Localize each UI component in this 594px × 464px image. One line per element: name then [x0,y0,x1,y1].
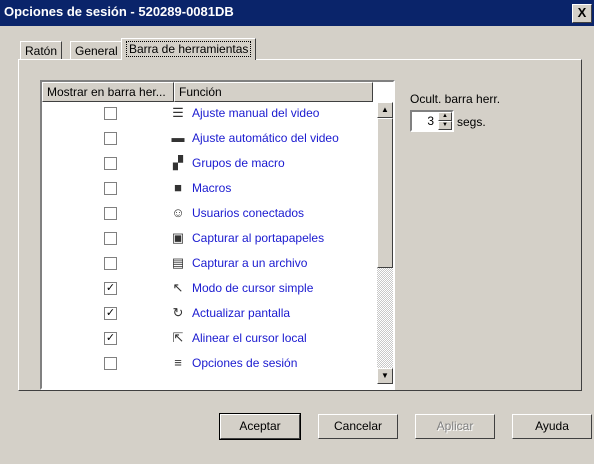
function-label: Alinear el cursor local [192,331,307,345]
tab-raton[interactable]: Ratón [20,41,63,60]
scroll-up-button[interactable]: ▲ [377,102,393,118]
file-capture-icon: ▤ [171,255,185,270]
scroll-down-button[interactable]: ▼ [377,368,393,384]
macro-group-icon: ▞ [173,155,183,170]
title-bar: Opciones de sesión - 520289-0081DB X [0,0,594,26]
spin-down-button[interactable]: ▼ [438,121,452,130]
list-item[interactable]: ▞ Grupos de macro [42,152,373,177]
apply-button: Aplicar [415,414,495,439]
macro-icon: ■ [174,180,182,195]
seconds-unit-label: segs. [457,115,486,129]
refresh-icon: ↻ [172,305,184,320]
show-in-toolbar-checkbox[interactable] [104,132,117,145]
function-label: Macros [192,181,232,195]
single-cursor-icon: ↖ [172,280,184,295]
help-button[interactable]: Ayuda [512,414,592,439]
tab-label: General [75,44,118,58]
hide-toolbar-label: Ocult. barra herr. [410,92,501,106]
help-label: Ayuda [535,419,569,433]
list-item[interactable]: ▤ Capturar a un archivo [42,252,373,277]
list-item[interactable]: ☰ Ajuste manual del video [42,102,373,127]
spin-up-button[interactable]: ▲ [438,112,452,121]
list-item[interactable]: ■ Macros [42,177,373,202]
list-item[interactable]: ✓ ↻ Actualizar pantalla [42,302,373,327]
tab-general[interactable]: General [70,41,123,60]
function-label: Capturar a un archivo [192,256,308,270]
show-in-toolbar-checkbox[interactable] [104,257,117,270]
align-cursor-icon: ⇱ [172,330,184,345]
manual-video-icon: ☰ [172,105,184,120]
list-item[interactable]: ☺ Usuarios conectados [42,202,373,227]
cancel-label: Cancelar [333,419,383,433]
list-item[interactable]: ▣ Capturar al portapapeles [42,227,373,252]
column-header-show[interactable]: Mostrar en barra her... [42,82,174,102]
show-in-toolbar-checkbox[interactable] [104,107,117,120]
show-in-toolbar-checkbox[interactable] [104,232,117,245]
cancel-button[interactable]: Cancelar [318,414,398,439]
show-in-toolbar-checkbox[interactable]: ✓ [104,307,117,320]
show-in-toolbar-checkbox[interactable] [104,357,117,370]
function-label: Ajuste automático del video [192,131,339,145]
show-in-toolbar-checkbox[interactable]: ✓ [104,332,117,345]
session-options-icon: ≡ [174,355,182,370]
show-in-toolbar-checkbox[interactable] [104,182,117,195]
function-label: Opciones de sesión [192,356,298,370]
tab-label: Ratón [25,44,58,58]
function-label: Modo de cursor simple [192,281,314,295]
ok-button[interactable]: Aceptar [219,413,301,440]
list-item[interactable]: ✓ ↖ Modo de cursor simple [42,277,373,302]
list-item[interactable]: ▬ Ajuste automático del video [42,127,373,152]
function-label: Usuarios conectados [192,206,305,220]
show-in-toolbar-checkbox[interactable]: ✓ [104,282,117,295]
tab-barra-de-herramientas[interactable]: Barra de herramientas [121,38,257,60]
ok-label: Aceptar [239,419,281,433]
show-in-toolbar-checkbox[interactable] [104,157,117,170]
spinner-value[interactable]: 3 [416,114,434,128]
close-button[interactable]: X [572,4,592,23]
apply-label: Aplicar [436,419,474,433]
show-in-toolbar-checkbox[interactable] [104,207,117,220]
toolbar-functions-list[interactable]: Mostrar en barra her... Función ☰ Ajuste … [40,80,395,390]
column-header-function[interactable]: Función [174,82,373,102]
users-icon: ☺ [171,205,185,220]
function-label: Actualizar pantalla [192,306,291,320]
scroll-thumb[interactable] [377,118,393,268]
function-label: Capturar al portapapeles [192,231,325,245]
function-label: Ajuste manual del video [192,106,320,120]
list-item[interactable]: ✓ ⇱ Alinear el cursor local [42,327,373,352]
function-label: Grupos de macro [192,156,285,170]
vertical-scrollbar[interactable]: ▲ ▼ [377,102,393,384]
list-item[interactable]: ≡ Opciones de sesión [42,352,373,377]
hide-toolbar-seconds-spinner[interactable]: 3 ▲ ▼ [410,110,454,132]
auto-video-icon: ▬ [171,130,185,145]
tab-label: Barra de herramientas [126,41,252,57]
window-title: Opciones de sesión - 520289-0081DB [4,4,234,19]
clipboard-capture-icon: ▣ [171,230,185,245]
